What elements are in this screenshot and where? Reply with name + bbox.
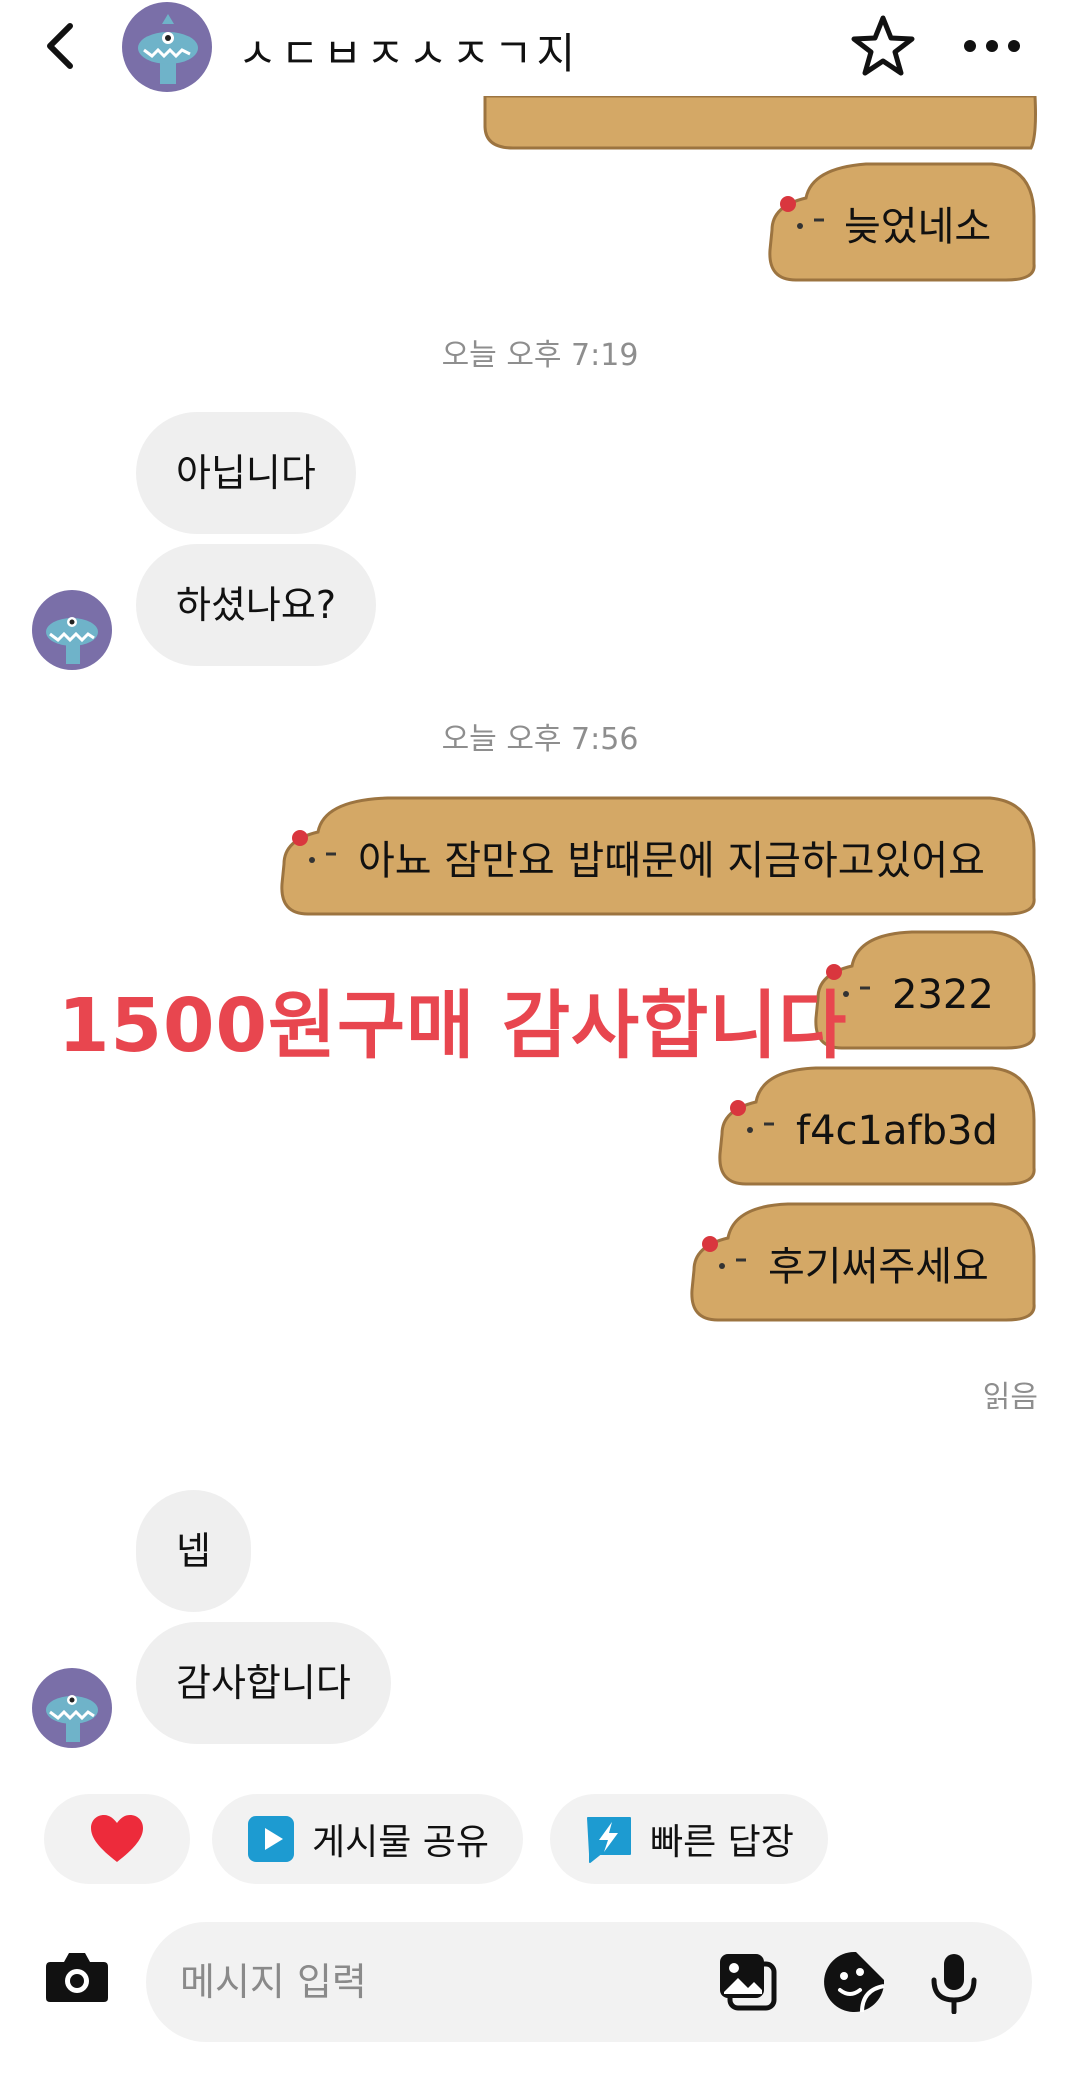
- overlay-caption: 1500원구매 감사합니다: [58, 983, 848, 1069]
- gallery-icon[interactable]: [716, 1950, 780, 2014]
- sticker-partial: [483, 96, 1038, 150]
- back-arrow-icon[interactable]: [38, 18, 84, 74]
- quick-reply-button[interactable]: 빠른 답장: [550, 1794, 828, 1884]
- chat-screen: ㅅㄷㅂㅈㅅㅈㄱ지 늦었네소 오늘 오후 7:19 아닙니다 하셨나요? 오늘 오…: [0, 0, 1080, 2080]
- contact-avatar[interactable]: [122, 2, 212, 92]
- sticker-message-out[interactable]: 아뇨 잠만요 밥때문에 지금하고있어요: [278, 794, 1038, 919]
- contact-avatar-small[interactable]: [32, 590, 112, 670]
- play-post-icon: [248, 1816, 294, 1862]
- timestamp: 오늘 오후 7:19: [441, 338, 639, 373]
- share-post-button[interactable]: 게시물 공유: [212, 1794, 524, 1884]
- message-input[interactable]: 메시지 입력: [180, 1922, 367, 2042]
- message-in-bubble[interactable]: 감사합니다: [136, 1622, 391, 1744]
- sticker-message-out-top[interactable]: 늦었네소: [766, 160, 1038, 285]
- message-in-bubble[interactable]: 하셨나요?: [136, 544, 377, 666]
- message-text: 후기써주세요: [768, 1244, 989, 1290]
- read-receipt: 읽음: [982, 1380, 1038, 1415]
- contact-name[interactable]: ㅅㄷㅂㅈㅅㅈㄱ지: [238, 20, 579, 81]
- heart-reaction-button[interactable]: [44, 1794, 190, 1884]
- sticker-message-out[interactable]: f4c1afb3d: [716, 1064, 1038, 1189]
- message-text: 2322: [892, 972, 994, 1018]
- share-post-label: 게시물 공유: [312, 1822, 490, 1863]
- star-icon[interactable]: [848, 12, 918, 82]
- camera-icon[interactable]: [44, 1948, 110, 2004]
- microphone-icon[interactable]: [922, 1950, 986, 2014]
- message-text: 아뇨 잠만요 밥때문에 지금하고있어요: [358, 838, 985, 884]
- chat-header: ㅅㄷㅂㅈㅅㅈㄱ지: [0, 0, 1080, 110]
- message-in-bubble[interactable]: 아닙니다: [136, 412, 356, 534]
- contact-avatar-small[interactable]: [32, 1668, 112, 1748]
- message-in-bubble[interactable]: 넵: [136, 1490, 251, 1612]
- message-text: f4c1afb3d: [796, 1108, 998, 1154]
- heart-icon: [91, 1815, 143, 1862]
- quick-reply-label: 빠른 답장: [650, 1822, 794, 1863]
- timestamp: 오늘 오후 7:56: [441, 722, 639, 757]
- more-options-icon[interactable]: [962, 36, 1022, 56]
- sticker-message-out[interactable]: 후기써주세요: [688, 1200, 1038, 1325]
- message-composer[interactable]: 메시지 입력: [146, 1922, 1032, 2042]
- message-text: 늦었네소: [844, 204, 992, 250]
- lightning-reply-icon: [587, 1817, 631, 1863]
- sticker-icon[interactable]: [822, 1950, 886, 2014]
